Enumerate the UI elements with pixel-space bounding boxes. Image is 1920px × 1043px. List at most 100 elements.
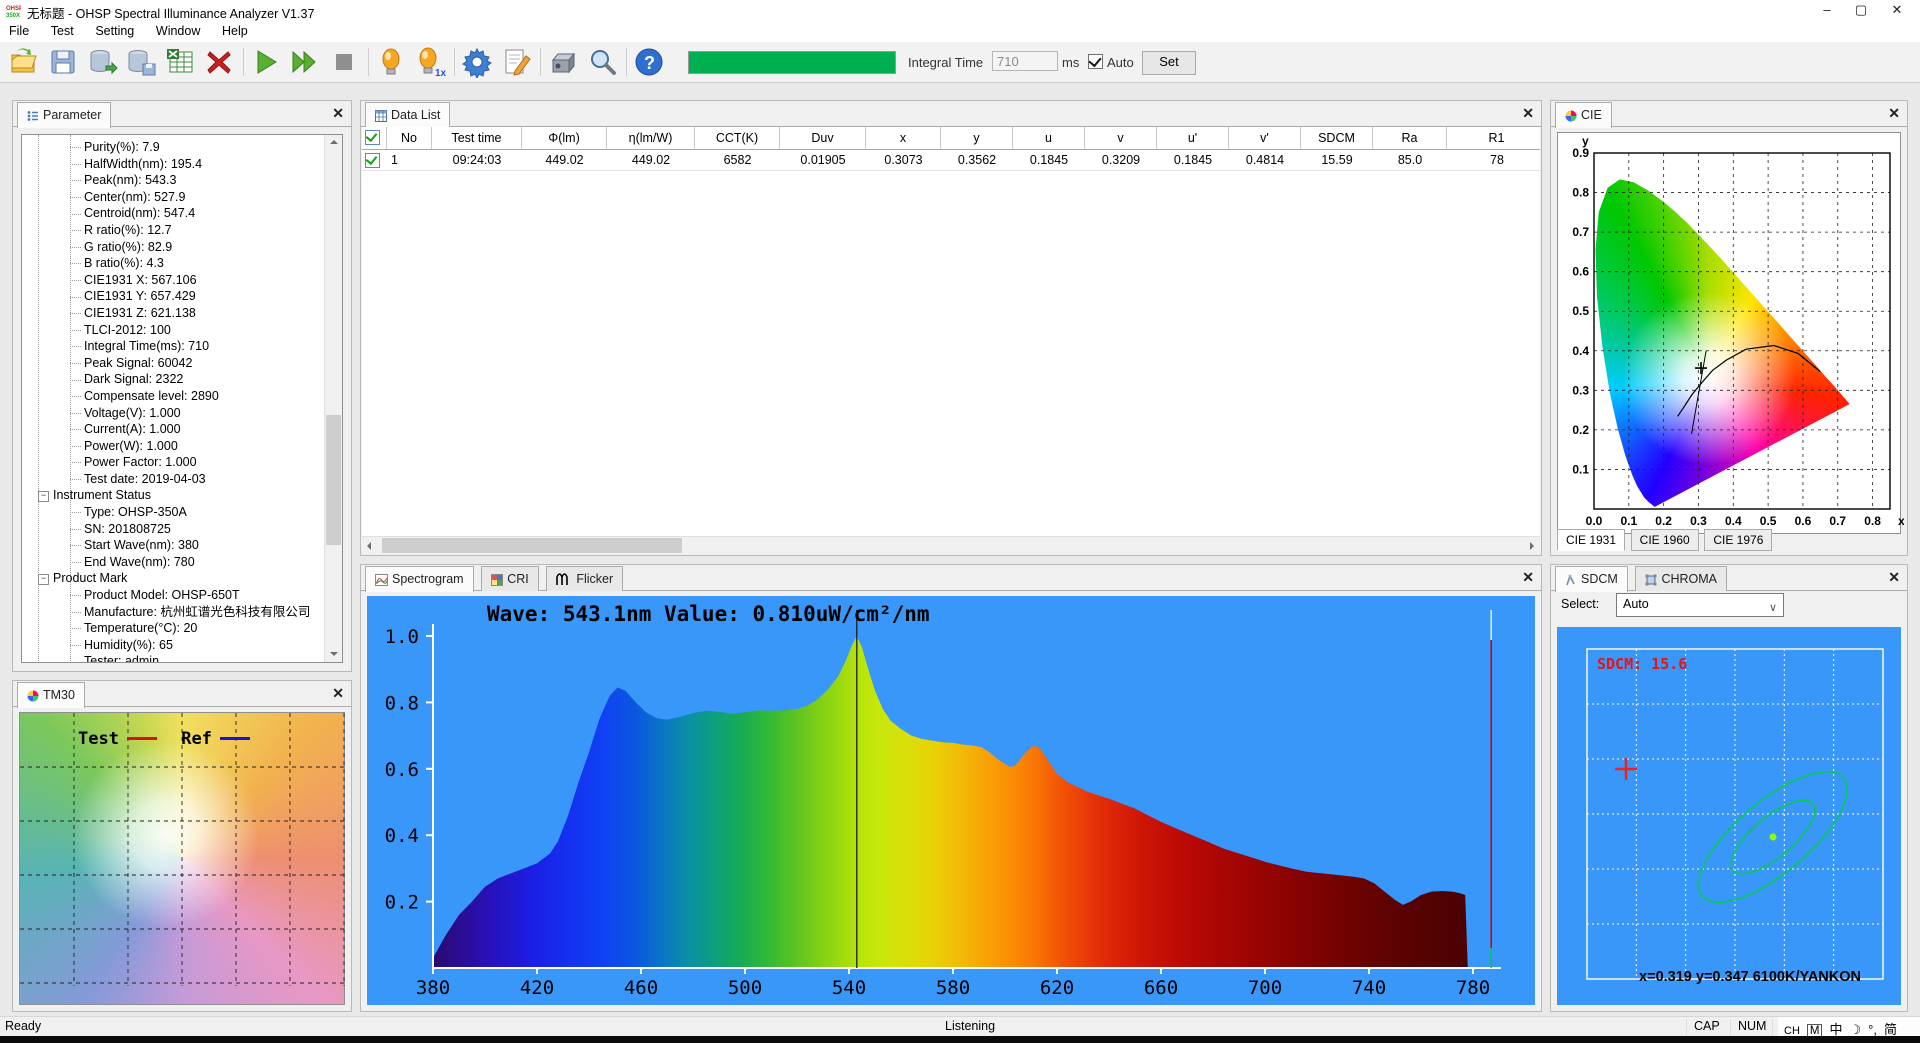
ime-halfwidth-icon[interactable]: ☽ [1850, 1022, 1862, 1037]
parameter-tab[interactable]: Parameter [17, 102, 112, 128]
column-header-r1[interactable]: R1 [1447, 127, 1540, 149]
settings-icon[interactable] [461, 46, 495, 80]
tree-item[interactable]: Peak(nm): 543.3 [26, 172, 322, 189]
tree-item[interactable]: Temperature(°C): 20 [26, 620, 322, 637]
tree-item[interactable]: Manufacture: 杭州虹谱光色科技有限公司 [26, 604, 322, 621]
scroll-left-icon[interactable] [362, 537, 379, 554]
tree-item[interactable]: CIE1931 Y: 657.429 [26, 288, 322, 305]
tm30-close-icon[interactable]: ✕ [332, 684, 344, 702]
export-db-save-icon[interactable] [125, 46, 159, 78]
menu-setting[interactable]: Setting [86, 22, 143, 40]
tree-item[interactable]: Compensate level: 2890 [26, 388, 322, 405]
auto-checkbox[interactable] [1088, 54, 1103, 69]
tree-item[interactable]: Current(A): 1.000 [26, 421, 322, 438]
menu-help[interactable]: Help [213, 22, 257, 40]
tree-item[interactable]: Peak Signal: 60042 [26, 355, 322, 372]
scroll-up-icon[interactable] [325, 135, 342, 152]
save-icon[interactable] [47, 46, 81, 78]
close-button[interactable]: ✕ [1880, 0, 1914, 22]
maximize-button[interactable]: ▢ [1844, 0, 1878, 22]
ime-simplified[interactable]: 简 [1884, 1022, 1897, 1037]
tree-item[interactable]: G ratio(%): 82.9 [26, 239, 322, 256]
tree-item[interactable]: Integral Time(ms): 710 [26, 338, 322, 355]
tree-item[interactable]: − Instrument Status [26, 487, 322, 504]
export-excel-icon[interactable] [164, 46, 198, 78]
tab-chroma[interactable]: CHROMA [1635, 566, 1727, 591]
scroll-thumb[interactable] [326, 415, 341, 545]
row-checkbox[interactable] [365, 153, 380, 168]
start-test-icon[interactable] [250, 46, 284, 78]
menu-file[interactable]: File [0, 22, 38, 40]
delete-icon[interactable] [203, 46, 237, 78]
lamp-icon[interactable] [375, 46, 409, 78]
table-row[interactable]: 1 09:24:03 449.02 449.02 6582 0.01905 0.3073 0.… [362, 150, 1540, 171]
cie-tab[interactable]: CIE [1555, 102, 1612, 128]
parameter-close-icon[interactable]: ✕ [332, 104, 344, 122]
integral-time-input[interactable] [992, 51, 1058, 71]
edit-icon[interactable] [500, 46, 534, 78]
column-header-v[interactable]: v' [1229, 127, 1301, 149]
export-db-icon[interactable] [86, 46, 120, 78]
tm30-tab[interactable]: TM30 [17, 682, 85, 708]
column-header-no[interactable]: No [387, 127, 432, 149]
tree-item[interactable]: B ratio(%): 4.3 [26, 255, 322, 272]
device-icon[interactable] [547, 46, 581, 78]
tab-sdcm[interactable]: SDCM [1555, 566, 1628, 592]
tree-item[interactable]: Start Wave(nm): 380 [26, 537, 322, 554]
sdcm-select-dropdown[interactable]: Auto ∨ [1616, 593, 1784, 617]
stop-test-icon[interactable] [328, 46, 362, 78]
column-header-y[interactable]: y [941, 127, 1013, 149]
tree-item[interactable]: HalfWidth(nm): 195.4 [26, 156, 322, 173]
column-header-cctk[interactable]: CCT(K) [695, 127, 780, 149]
help-icon[interactable]: ? [633, 46, 667, 78]
collapse-icon[interactable]: − [38, 574, 49, 586]
tab-cie-1976[interactable]: CIE 1976 [1704, 529, 1773, 551]
column-header-x[interactable]: x [866, 127, 941, 149]
column-header-sdcm[interactable]: SDCM [1301, 127, 1373, 149]
data-list-close-icon[interactable]: ✕ [1522, 104, 1534, 122]
tree-item[interactable]: Voltage(V): 1.000 [26, 405, 322, 422]
zoom-icon[interactable] [586, 46, 620, 78]
ime-punctuation-icon[interactable]: °, [1868, 1022, 1877, 1037]
tab-cri[interactable]: CRI [481, 566, 539, 591]
column-header-u[interactable]: u [1013, 127, 1085, 149]
tree-item[interactable]: CIE1931 X: 567.106 [26, 272, 322, 289]
open-icon[interactable] [8, 46, 42, 78]
column-header-u[interactable]: u' [1157, 127, 1229, 149]
tab-cie-1960[interactable]: CIE 1960 [1630, 529, 1699, 551]
tree-item[interactable]: SN: 201808725 [26, 521, 322, 538]
tree-item[interactable]: Humidity(%): 65 [26, 637, 322, 654]
tree-item[interactable]: R ratio(%): 12.7 [26, 222, 322, 239]
sdcm-close-icon[interactable]: ✕ [1888, 568, 1900, 586]
lamp-1x-icon[interactable]: 1x [414, 46, 448, 79]
column-header-v[interactable]: v [1085, 127, 1157, 149]
tree-item[interactable]: Power(W): 1.000 [26, 438, 322, 455]
scroll-thumb[interactable] [382, 538, 682, 553]
column-header-testtime[interactable]: Test time [432, 127, 522, 149]
tree-item[interactable]: Tester: admin [26, 653, 322, 662]
collapse-icon[interactable]: − [38, 491, 49, 503]
set-button[interactable]: Set [1142, 51, 1196, 75]
tree-item[interactable]: Purity(%): 7.9 [26, 139, 322, 156]
menu-test[interactable]: Test [42, 22, 83, 40]
ime-chinese[interactable]: 中 [1829, 1022, 1842, 1037]
scroll-down-icon[interactable] [325, 645, 342, 662]
column-header-lm[interactable]: Φ(lm) [522, 127, 607, 149]
tree-item[interactable]: End Wave(nm): 780 [26, 554, 322, 571]
tree-item[interactable]: Product Model: OHSP-650T [26, 587, 322, 604]
data-list-tab[interactable]: Data List [365, 102, 451, 128]
column-header-lmw[interactable]: η(lm/W) [607, 127, 695, 149]
tree-item[interactable]: Center(nm): 527.9 [26, 189, 322, 206]
tree-item[interactable]: Centroid(nm): 547.4 [26, 205, 322, 222]
minimize-button[interactable]: – [1810, 0, 1844, 22]
tree-item[interactable]: Power Factor: 1.000 [26, 454, 322, 471]
column-header-ra[interactable]: Ra [1373, 127, 1447, 149]
tree-item[interactable]: TLCI-2012: 100 [26, 322, 322, 339]
tab-spectrogram[interactable]: Spectrogram [365, 566, 474, 592]
select-all-checkbox[interactable] [365, 130, 380, 145]
spectrogram-close-icon[interactable]: ✕ [1522, 568, 1534, 586]
tab-flicker[interactable]: Flicker [546, 566, 624, 591]
tab-cie-1931[interactable]: CIE 1931 [1557, 529, 1626, 551]
tree-item[interactable]: Dark Signal: 2322 [26, 371, 322, 388]
parameter-scrollbar[interactable] [324, 135, 342, 662]
